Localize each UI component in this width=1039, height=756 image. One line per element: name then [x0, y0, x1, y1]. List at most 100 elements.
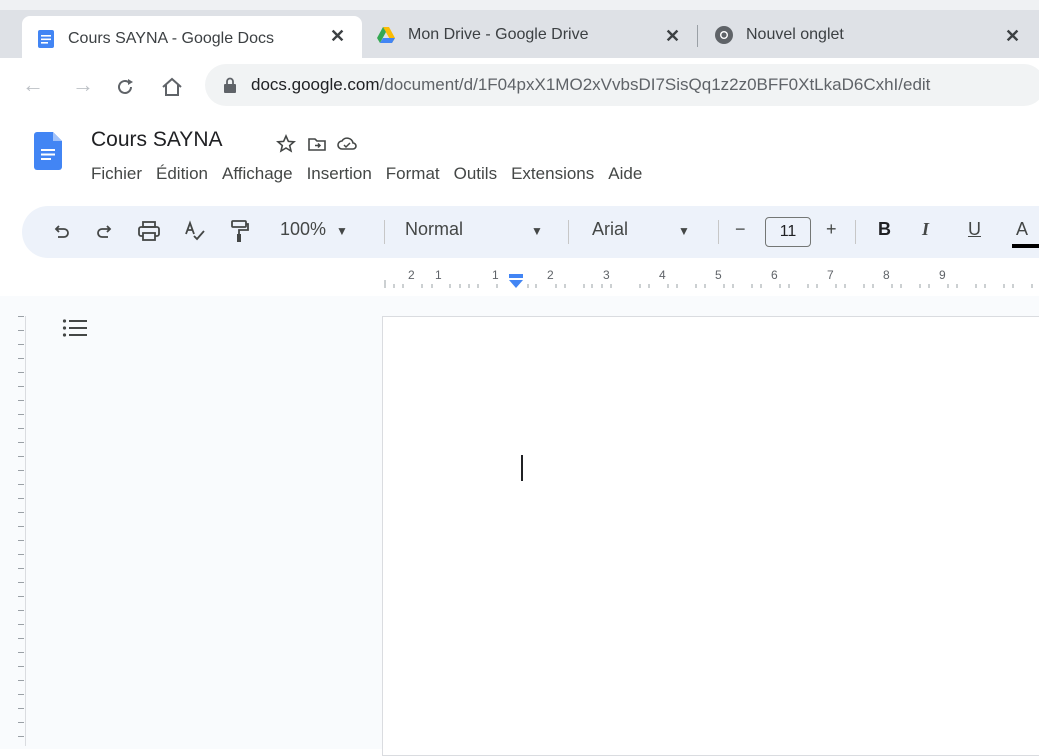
- increase-font-size-button[interactable]: +: [826, 219, 837, 240]
- ruler-tick: [18, 414, 24, 415]
- ruler-tick: [18, 708, 24, 709]
- back-arrow-icon[interactable]: ←: [22, 72, 44, 98]
- ruler-tick: [18, 456, 24, 457]
- zoom-select[interactable]: 100% ▼: [280, 219, 348, 240]
- ruler-label: 6: [771, 268, 778, 282]
- ruler-tick: [18, 652, 24, 653]
- menu-item-outils[interactable]: Outils: [454, 164, 497, 184]
- ruler-tick: [18, 330, 24, 331]
- close-icon[interactable]: ✕: [1005, 26, 1020, 47]
- tab-google-docs[interactable]: Cours SAYNA - Google Docs ✕: [22, 16, 362, 62]
- chevron-down-icon: ▼: [531, 224, 543, 238]
- bold-button[interactable]: B: [878, 219, 891, 240]
- ruler-label: 4: [659, 268, 666, 282]
- redo-icon[interactable]: [96, 222, 114, 240]
- ruler-tick: [18, 610, 24, 611]
- ruler-tick: [18, 344, 24, 345]
- chevron-down-icon: ▼: [678, 224, 690, 238]
- ruler-label: 2: [408, 268, 415, 282]
- close-icon[interactable]: ✕: [665, 26, 680, 47]
- reload-icon[interactable]: [114, 76, 136, 98]
- menu-item-fichier[interactable]: Fichier: [91, 164, 142, 184]
- italic-button[interactable]: I: [922, 219, 929, 240]
- ruler-tick: [18, 582, 24, 583]
- ruler-tick: [18, 624, 24, 625]
- menu-item-format[interactable]: Format: [386, 164, 440, 184]
- indent-marker-icon[interactable]: [508, 274, 524, 290]
- ruler-tick: [18, 484, 24, 485]
- url-path: /document/d/1F04pxX1MO2xVvbsDI7SisQq1z2z…: [379, 75, 931, 94]
- text-color-button[interactable]: A: [1016, 219, 1028, 240]
- menu-item-edition[interactable]: Édition: [156, 164, 208, 184]
- ruler-tick: [18, 358, 24, 359]
- ruler-label: 3: [603, 268, 610, 282]
- print-icon[interactable]: [138, 221, 160, 241]
- tab-title: Mon Drive - Google Drive: [408, 26, 589, 43]
- ruler-tick: [18, 596, 24, 597]
- cloud-saved-icon[interactable]: [336, 134, 358, 154]
- ruler-tick: [18, 372, 24, 373]
- ruler-tick: [18, 442, 24, 443]
- toolbar-separator: [384, 220, 385, 244]
- document-title[interactable]: Cours SAYNA: [91, 128, 223, 152]
- tab-new-tab[interactable]: Nouvel onglet ✕: [700, 16, 1039, 54]
- ruler-tick: [18, 722, 24, 723]
- google-docs-logo-icon[interactable]: [34, 132, 62, 170]
- url-field[interactable]: docs.google.com/document/d/1F04pxX1MO2xV…: [205, 64, 1039, 106]
- formatting-toolbar: 100% ▼ Normal ▼ Arial ▼ − 11 + B I U A: [22, 206, 1039, 258]
- paint-format-icon[interactable]: [230, 219, 250, 243]
- font-size-input[interactable]: 11: [765, 217, 811, 247]
- document-page[interactable]: [382, 316, 1039, 756]
- zoom-value: 100%: [280, 219, 327, 239]
- lock-icon: [224, 77, 236, 93]
- ruler-label: 7: [827, 268, 834, 282]
- google-drive-icon: [377, 27, 395, 43]
- decrease-font-size-button[interactable]: −: [735, 219, 746, 240]
- move-to-folder-icon[interactable]: [307, 134, 327, 154]
- forward-arrow-icon[interactable]: →: [72, 72, 94, 98]
- ruler-tick: [18, 428, 24, 429]
- document-outline-icon[interactable]: [62, 318, 88, 338]
- menu-item-affichage[interactable]: Affichage: [222, 164, 293, 184]
- ruler-tick: [18, 512, 24, 513]
- url-host: docs.google.com: [251, 75, 380, 94]
- font-value: Arial: [592, 219, 629, 239]
- menu-item-insertion[interactable]: Insertion: [307, 164, 372, 184]
- close-icon[interactable]: ✕: [330, 26, 345, 47]
- text-color-swatch: [1012, 244, 1039, 248]
- toolbar-separator: [718, 220, 719, 244]
- ruler-tick: [18, 400, 24, 401]
- tab-separator: [697, 25, 698, 47]
- spellcheck-icon[interactable]: [184, 220, 206, 242]
- ruler-tick: [18, 680, 24, 681]
- tab-title: Cours SAYNA - Google Docs: [68, 30, 275, 47]
- ruler-label: 2: [547, 268, 554, 282]
- tab-google-drive[interactable]: Mon Drive - Google Drive ✕: [362, 16, 697, 54]
- star-icon[interactable]: [276, 134, 296, 154]
- browser-tab-strip: Cours SAYNA - Google Docs ✕ Mon Drive - …: [0, 0, 1039, 62]
- menu-item-extensions[interactable]: Extensions: [511, 164, 594, 184]
- vertical-ruler[interactable]: [8, 316, 26, 746]
- menu-item-aide[interactable]: Aide: [608, 164, 642, 184]
- paragraph-style-value: Normal: [405, 219, 464, 239]
- ruler-label: 1: [435, 268, 442, 282]
- paragraph-style-select[interactable]: Normal ▼: [405, 219, 543, 240]
- font-select[interactable]: Arial ▼: [592, 219, 690, 240]
- ruler-label: 5: [715, 268, 722, 282]
- text-cursor: [521, 455, 523, 481]
- ruler-tick: [18, 694, 24, 695]
- tab-title: Nouvel onglet: [746, 26, 844, 43]
- horizontal-ruler[interactable]: 2 1 1 2 3 4 5 6 7 8 9: [382, 268, 1039, 294]
- ruler-tick: [18, 540, 24, 541]
- ruler-tick: [18, 470, 24, 471]
- ruler-tick: [18, 666, 24, 667]
- document-workspace: [0, 296, 1039, 756]
- underline-button[interactable]: U: [968, 219, 981, 240]
- google-docs-icon: [38, 30, 54, 48]
- ruler-tick: [18, 568, 24, 569]
- ruler-label: 9: [939, 268, 946, 282]
- ruler-tick: [18, 316, 24, 317]
- home-icon[interactable]: [160, 76, 184, 98]
- ruler-tick: [18, 736, 24, 737]
- undo-icon[interactable]: [52, 222, 70, 240]
